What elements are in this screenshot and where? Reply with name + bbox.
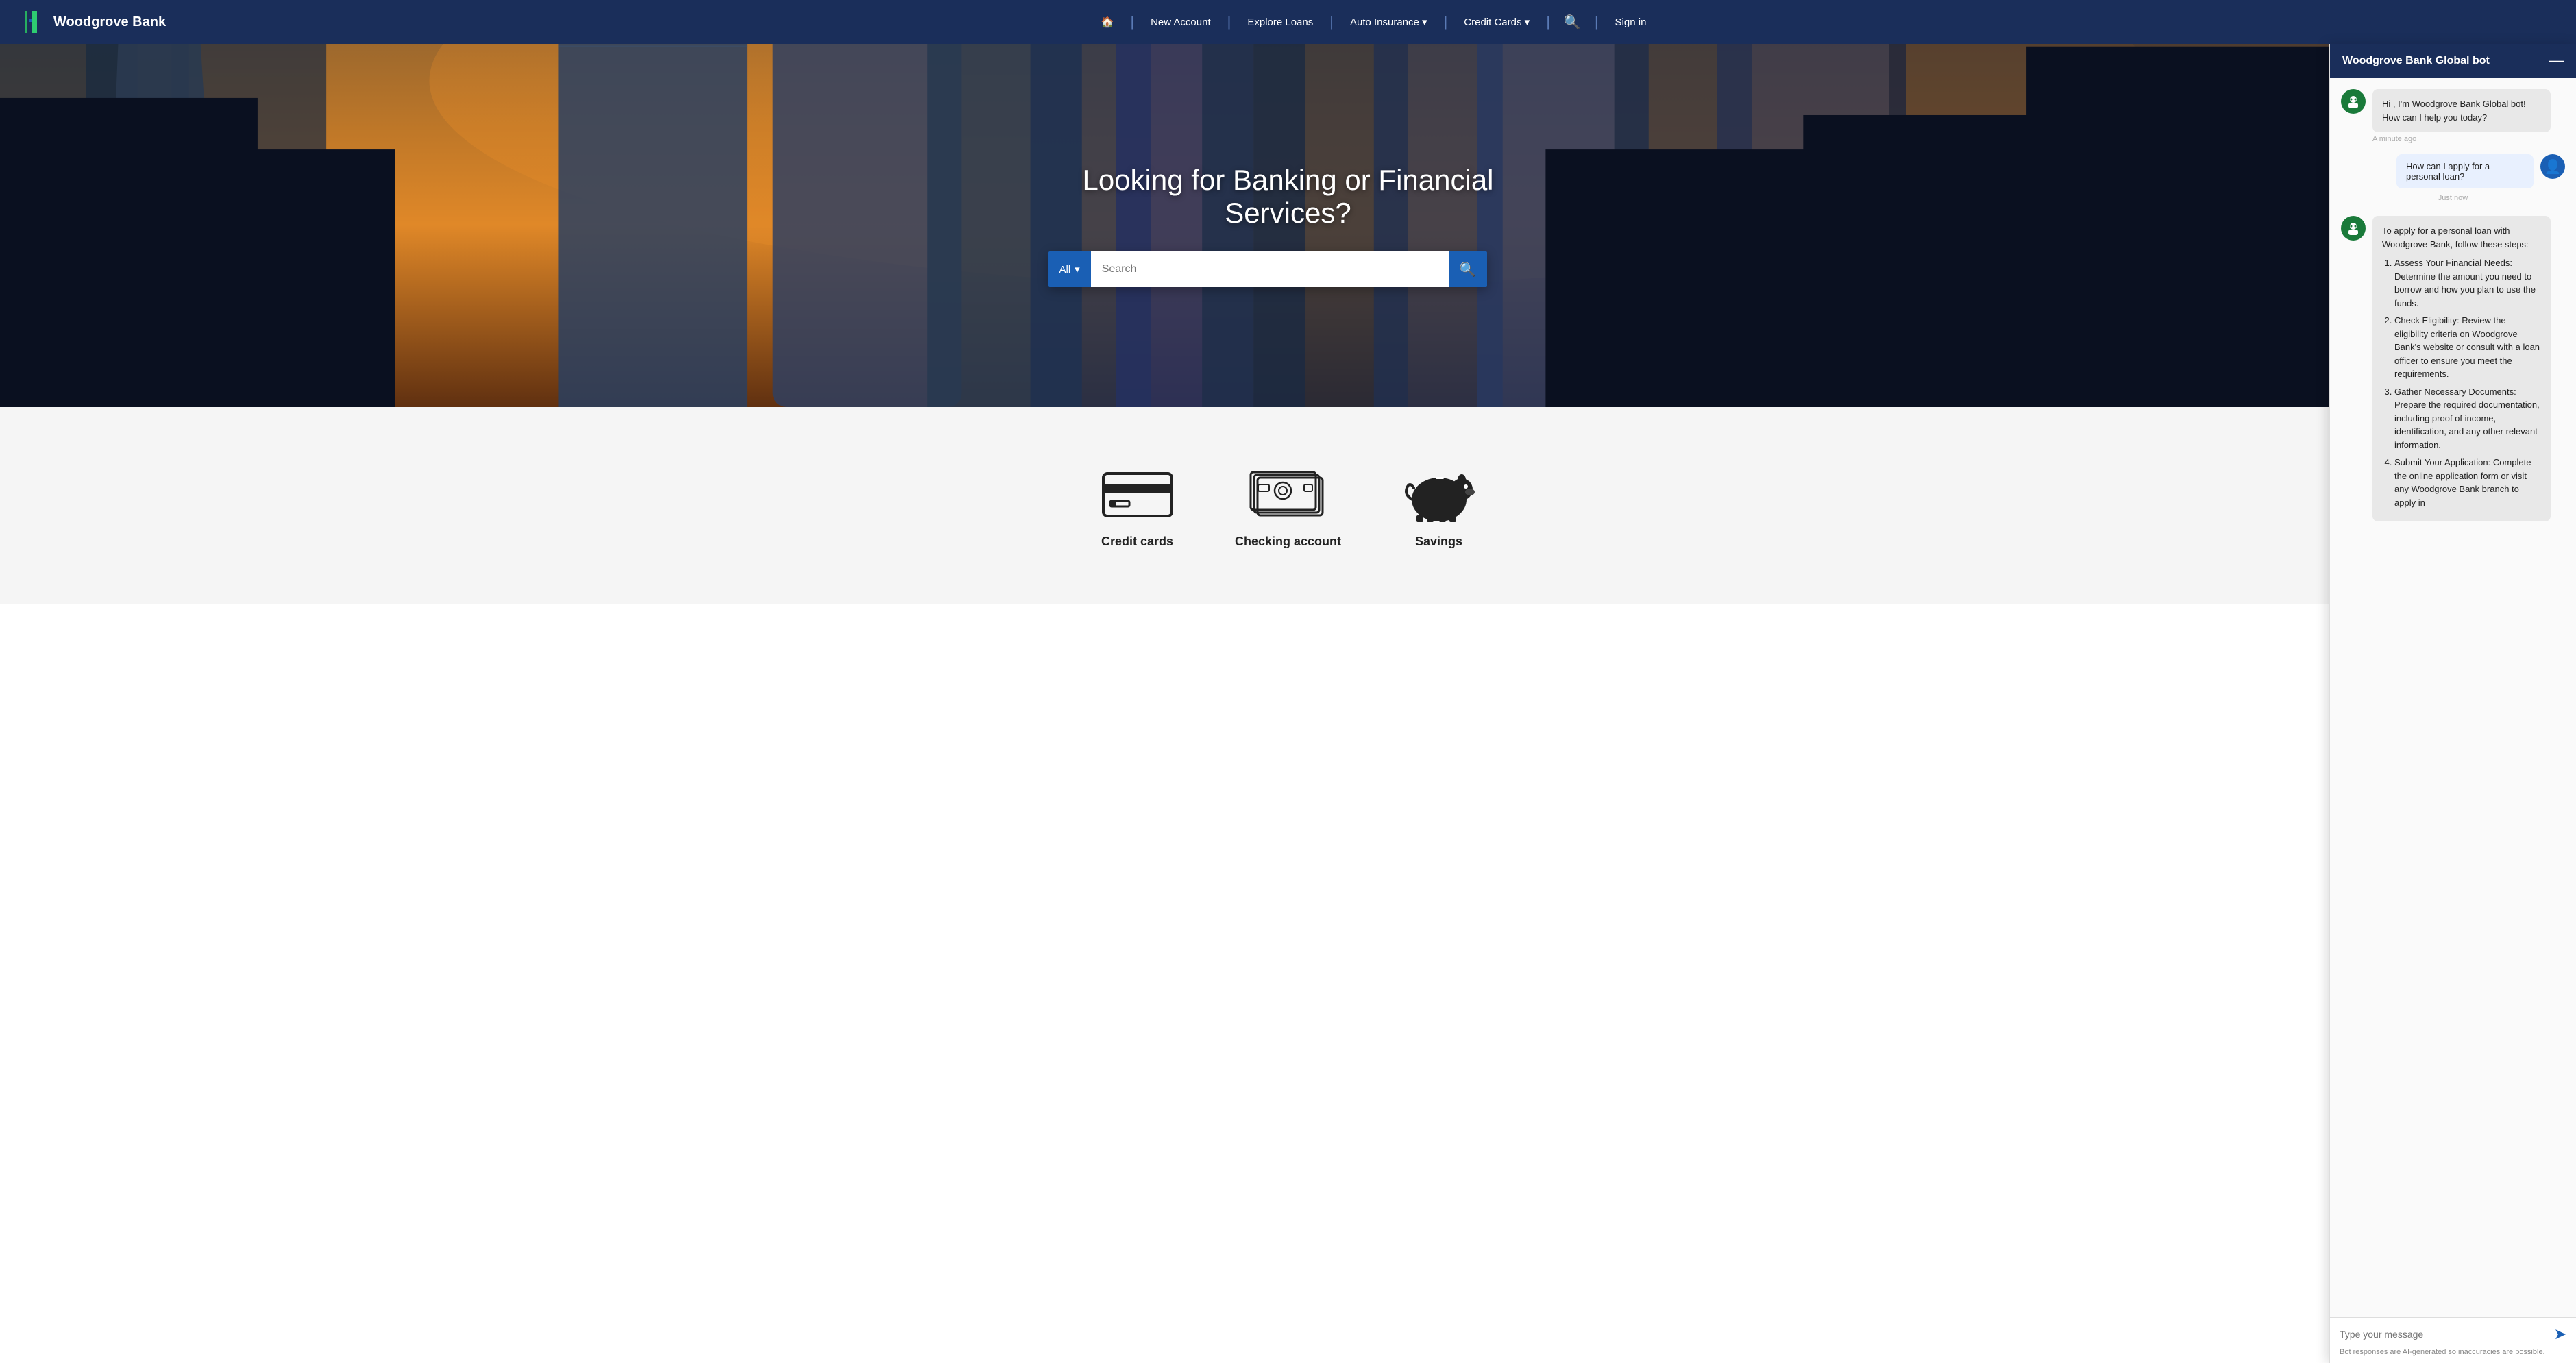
credit-cards-label: Credit cards xyxy=(1101,535,1173,549)
message-timestamp-1: A minute ago xyxy=(2372,135,2551,143)
search-filter-dropdown[interactable]: All ▾ xyxy=(1048,251,1091,287)
credit-cards-link[interactable]: Credit Cards ▾ xyxy=(1453,16,1541,28)
step-3: Gather Necessary Documents: Prepare the … xyxy=(2394,385,2541,452)
bot-avatar-2 xyxy=(2341,216,2366,241)
user-bubble-1: How can I apply for a personal loan? xyxy=(2396,154,2534,188)
search-bar: All ▾ 🔍 xyxy=(1048,251,1487,287)
new-account-link[interactable]: New Account xyxy=(1140,16,1222,28)
savings-card[interactable]: Savings xyxy=(1364,440,1514,571)
chat-panel: Woodgrove Bank Global bot — Hi , I'm Woo… xyxy=(2329,44,2576,1363)
explore-loans-link[interactable]: Explore Loans xyxy=(1236,16,1324,28)
savings-label: Savings xyxy=(1415,535,1462,549)
chat-send-button[interactable]: ➤ xyxy=(2554,1325,2566,1343)
hero-section: Looking for Banking or Financial Service… xyxy=(0,44,2576,407)
credit-card-icon xyxy=(1096,462,1179,524)
piggy-bank-icon xyxy=(1398,462,1480,524)
home-link[interactable]: 🏠 xyxy=(1090,16,1125,28)
chat-title: Woodgrove Bank Global bot xyxy=(2342,55,2490,67)
bot-steps-list: Assess Your Financial Needs: Determine t… xyxy=(2382,256,2541,509)
user-message-1: How can I apply for a personal loan? 👤 xyxy=(2341,154,2565,188)
bot-message-2: To apply for a personal loan with Woodgr… xyxy=(2341,216,2565,521)
bot-avatar-1 xyxy=(2341,89,2366,114)
checking-account-label: Checking account xyxy=(1235,535,1341,549)
brand[interactable]: Woodgrove Bank xyxy=(22,10,166,34)
step-4: Submit Your Application: Complete the on… xyxy=(2394,456,2541,509)
search-icon[interactable]: 🔍 xyxy=(1556,14,1589,31)
auto-insurance-link[interactable]: Auto Insurance ▾ xyxy=(1339,16,1438,28)
checking-account-card[interactable]: Checking account xyxy=(1213,440,1364,571)
brand-logo xyxy=(22,10,47,34)
brand-name: Woodgrove Bank xyxy=(53,14,166,30)
chat-header: Woodgrove Bank Global bot — xyxy=(2330,44,2576,78)
chat-input-row: ➤ xyxy=(2340,1325,2566,1344)
chat-disclaimer: Bot responses are AI-generated so inaccu… xyxy=(2340,1348,2566,1356)
nav-links: 🏠 | New Account | Explore Loans | Auto I… xyxy=(193,13,2554,31)
hero-title: Looking for Banking or Financial Service… xyxy=(1048,164,1528,230)
signin-link[interactable]: Sign in xyxy=(1604,16,1658,28)
chat-minimize-button[interactable]: — xyxy=(2549,53,2564,69)
search-button[interactable]: 🔍 xyxy=(1449,251,1487,287)
chat-footer: ➤ Bot responses are AI-generated so inac… xyxy=(2330,1317,2576,1363)
bot-message-1: Hi , I'm Woodgrove Bank Global bot! How … xyxy=(2341,89,2565,143)
chat-input[interactable] xyxy=(2340,1325,2549,1344)
navbar: Woodgrove Bank 🏠 | New Account | Explore… xyxy=(0,0,2576,44)
bot-bubble-1: Hi , I'm Woodgrove Bank Global bot! How … xyxy=(2372,89,2551,132)
cash-icon xyxy=(1247,462,1329,524)
search-input[interactable] xyxy=(1091,251,1449,287)
step-2: Check Eligibility: Review the eligibilit… xyxy=(2394,314,2541,381)
user-avatar: 👤 xyxy=(2540,154,2565,179)
chat-messages: Hi , I'm Woodgrove Bank Global bot! How … xyxy=(2330,78,2576,1317)
step-1: Assess Your Financial Needs: Determine t… xyxy=(2394,256,2541,310)
message-timestamp-2: Just now xyxy=(2341,194,2565,202)
bot-bubble-2: To apply for a personal loan with Woodgr… xyxy=(2372,216,2551,521)
services-section: Credit cards Checking account xyxy=(0,407,2576,604)
credit-cards-card[interactable]: Credit cards xyxy=(1062,440,1213,571)
hero-content: Looking for Banking or Financial Service… xyxy=(1048,164,1528,287)
